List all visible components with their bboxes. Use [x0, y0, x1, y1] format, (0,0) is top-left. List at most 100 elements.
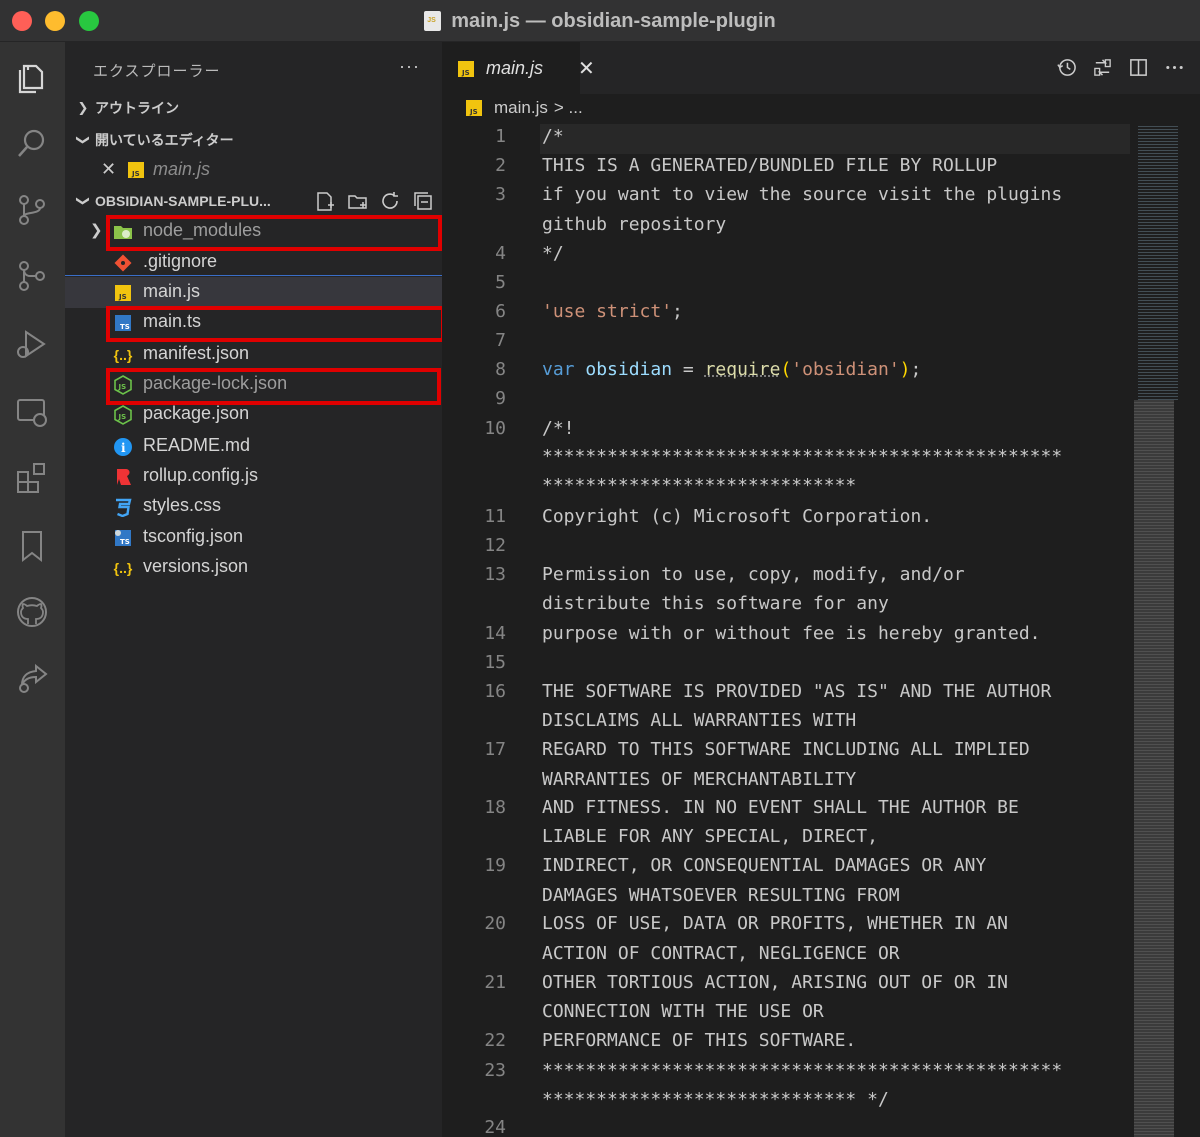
file-row-versions-json[interactable]: {..} versions.json	[65, 552, 442, 583]
highlight-box-package-lock-json	[106, 368, 441, 405]
file-row-main-js[interactable]: JS main.js	[65, 277, 442, 308]
file-name: rollup.config.js	[143, 465, 258, 486]
file-name: main.js	[143, 281, 200, 302]
minimap[interactable]	[1134, 124, 1200, 1137]
compare-changes-icon[interactable]	[1092, 57, 1114, 79]
more-actions-button[interactable]: ···	[399, 56, 420, 77]
more-actions-icon[interactable]	[1164, 57, 1186, 79]
chevron-down-icon: ❯	[75, 189, 91, 213]
code-text: Copyright (c) Microsoft Corporation.	[542, 506, 932, 527]
json-icon: {..}	[113, 345, 133, 365]
code-text: var obsidian = require('obsidian');	[542, 359, 921, 380]
bookmark-icon[interactable]	[14, 528, 50, 564]
section-project[interactable]: ❯ OBSIDIAN-SAMPLE-PLU...	[65, 185, 442, 216]
code-text: LIABLE FOR ANY SPECIAL, DIRECT,	[542, 826, 878, 847]
code-text: *****************************	[542, 475, 856, 496]
code-text: ***************************** */	[542, 1089, 889, 1110]
file-row-rollup-config-js[interactable]: rollup.config.js	[65, 461, 442, 492]
chevron-right-icon: ❯	[90, 221, 103, 239]
sidebar-header: エクスプローラー ···	[65, 42, 442, 94]
line-number: 6	[442, 301, 506, 322]
line-number: 2	[442, 155, 506, 176]
code-text: purpose with or without fee is hereby gr…	[542, 623, 1041, 644]
scrollbar[interactable]	[1178, 124, 1192, 1137]
line-number: 20	[442, 913, 506, 934]
file-name: versions.json	[143, 556, 248, 577]
open-editor-item[interactable]: ✕ JS main.js	[65, 155, 442, 186]
svg-text:JS: JS	[118, 293, 127, 301]
file-row-gitignore[interactable]: .gitignore	[65, 247, 442, 278]
line-number: 7	[442, 330, 506, 351]
json-icon: {..}	[113, 558, 133, 578]
code-text: ACTION OF CONTRACT, NEGLIGENCE OR	[542, 943, 900, 964]
line-number: 11	[442, 506, 506, 527]
timeline-history-icon[interactable]	[1056, 57, 1078, 79]
line-number: 8	[442, 359, 506, 380]
code-text: DAMAGES WHATSOEVER RESULTING FROM	[542, 885, 900, 906]
js-icon: JS	[458, 61, 474, 77]
remote-explorer-icon[interactable]	[14, 394, 50, 430]
section-outline-label: アウトライン	[95, 98, 179, 118]
section-open-editors-label: 開いているエディター	[95, 130, 234, 150]
js-icon: JS	[466, 100, 482, 116]
editor-area: JS main.js ✕ JS main.js > ... 1/* 2 THIS I…	[442, 42, 1200, 1137]
code-text: INDIRECT, OR CONSEQUENTIAL DAMAGES OR AN…	[542, 855, 986, 876]
extensions-icon[interactable]	[14, 460, 50, 496]
github-icon[interactable]	[14, 594, 50, 630]
breadcrumb-file[interactable]: main.js	[494, 98, 548, 118]
chevron-down-icon: ❯	[75, 128, 91, 152]
tab-main-js[interactable]: JS main.js ✕	[442, 42, 580, 94]
live-share-icon[interactable]	[14, 660, 50, 696]
activity-bar	[0, 42, 65, 1137]
line-number: 17	[442, 739, 506, 760]
minimap-content	[1138, 124, 1178, 400]
git-graph-icon[interactable]	[14, 258, 50, 294]
line-number: 9	[442, 388, 506, 409]
split-editor-icon[interactable]	[1128, 57, 1150, 79]
open-editor-name: main.js	[153, 159, 210, 180]
explorer-icon[interactable]	[14, 60, 50, 96]
file-row-manifest-json[interactable]: {..} manifest.json	[65, 339, 442, 370]
source-control-icon[interactable]	[14, 192, 50, 228]
file-row-styles-css[interactable]: styles.css	[65, 491, 442, 522]
search-icon[interactable]	[14, 126, 50, 162]
code-text: github repository	[542, 214, 726, 235]
code-text: ****************************************…	[542, 446, 1062, 467]
section-open-editors[interactable]: ❯ 開いているエディター	[65, 124, 442, 155]
info-icon: i	[113, 437, 133, 457]
line-number: 23	[442, 1060, 506, 1081]
file-name: styles.css	[143, 495, 221, 516]
breadcrumb[interactable]: JS main.js > ...	[466, 98, 583, 118]
run-debug-icon[interactable]	[14, 326, 50, 362]
close-icon[interactable]: ✕	[101, 159, 116, 180]
line-number: 3	[442, 184, 506, 205]
node-icon: JS	[113, 405, 133, 425]
breadcrumb-rest[interactable]: > ...	[554, 98, 583, 118]
code-text: WARRANTIES OF MERCHANTABILITY	[542, 769, 856, 790]
code-text: distribute this software for any	[542, 593, 889, 614]
title-bar: main.js — obsidian-sample-plugin	[0, 0, 1200, 42]
refresh-icon[interactable]	[380, 191, 401, 212]
svg-text:JS: JS	[461, 69, 470, 77]
code-text: LOSS OF USE, DATA OR PROFITS, WHETHER IN…	[542, 913, 1008, 934]
file-name: .gitignore	[143, 251, 217, 272]
section-outline[interactable]: ❯ アウトライン	[65, 92, 442, 123]
rollup-icon	[113, 467, 133, 487]
file-row-readme-md[interactable]: i README.md	[65, 431, 442, 462]
highlight-box-node-modules	[106, 215, 442, 251]
collapse-all-icon[interactable]	[413, 191, 434, 212]
current-line-highlight	[540, 124, 1130, 154]
line-number: 1	[442, 126, 506, 147]
new-file-icon[interactable]	[314, 191, 335, 212]
line-number: 14	[442, 623, 506, 644]
file-name: package.json	[143, 403, 249, 424]
tab-bar: JS main.js ✕	[442, 42, 1200, 94]
new-folder-icon[interactable]	[347, 191, 368, 212]
line-number: 19	[442, 855, 506, 876]
line-number: 5	[442, 272, 506, 293]
code-text: PERFORMANCE OF THIS SOFTWARE.	[542, 1030, 856, 1051]
close-tab-icon[interactable]: ✕	[578, 56, 595, 81]
code-text: OTHER TORTIOUS ACTION, ARISING OUT OF OR…	[542, 972, 1008, 993]
file-row-tsconfig-json[interactable]: TS tsconfig.json	[65, 522, 442, 553]
line-number: 12	[442, 535, 506, 556]
